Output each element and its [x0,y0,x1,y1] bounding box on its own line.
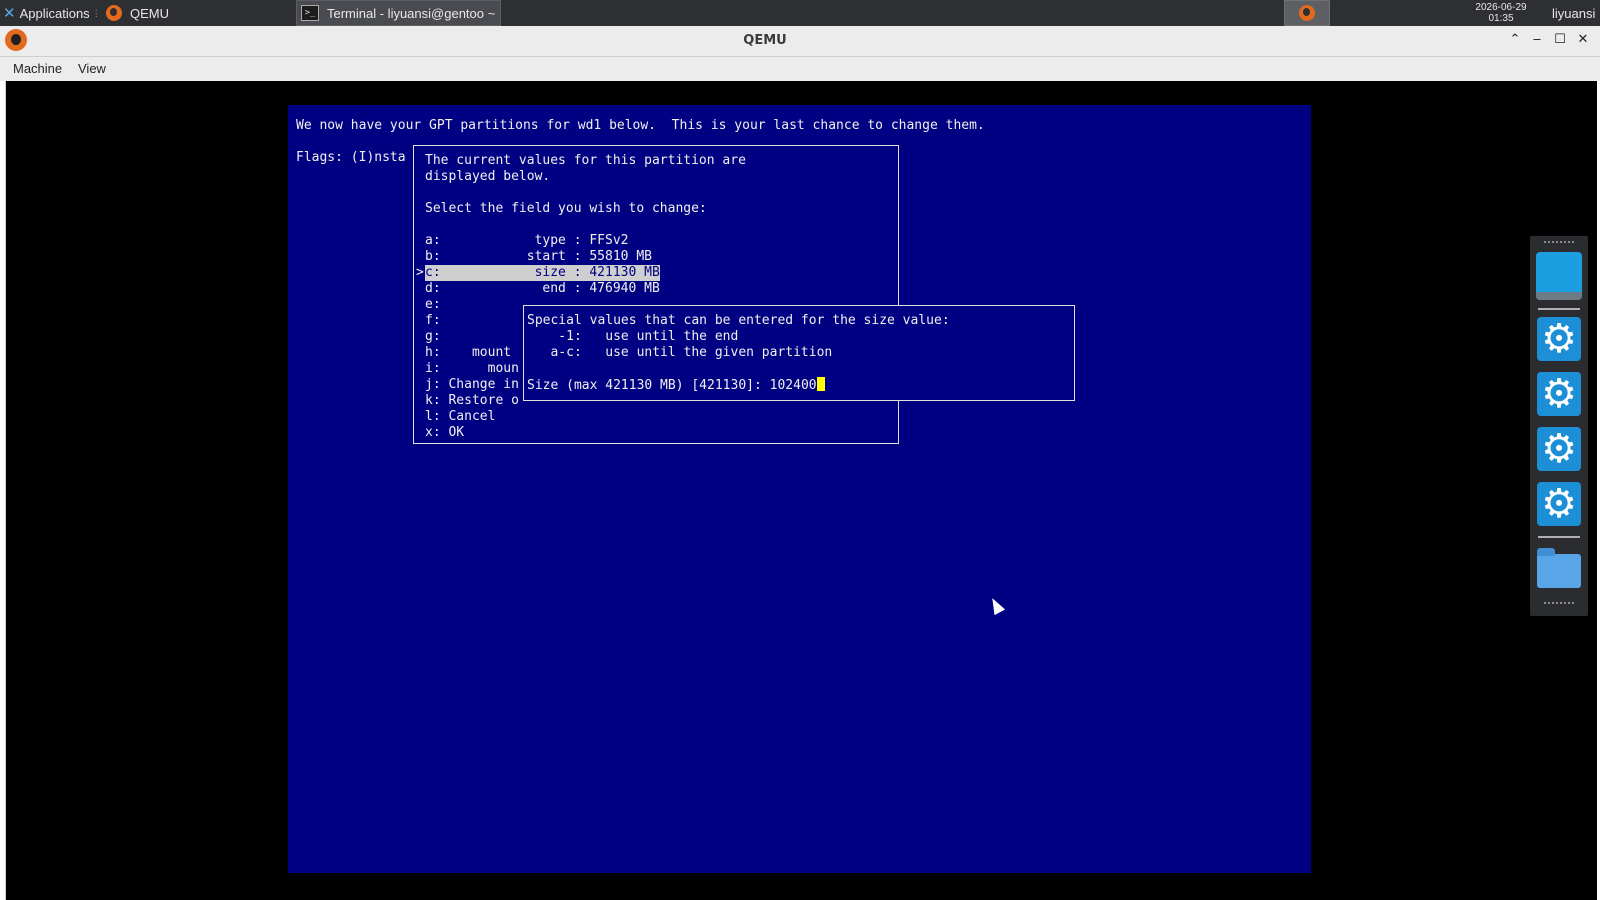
size-help-line: a-c: use until the given partition [527,345,833,360]
dock-panel: ⚙ ⚙ ⚙ ⚙ [1530,236,1588,616]
dock-separator [1538,308,1580,310]
qemu-icon [106,5,122,21]
option-restore[interactable]: k: Restore o [425,393,519,409]
option-cancel[interactable]: l: Cancel [425,409,495,425]
field-e[interactable]: e: [425,297,441,313]
menu-machine[interactable]: Machine [13,61,62,76]
window-titlebar[interactable]: QEMU ⌃ ‒ ☐ ✕ [0,26,1600,57]
settings-icon: ⚙ [1537,317,1581,361]
field-start[interactable]: b: start : 55810 MB [425,249,652,265]
size-input-prompt: Size (max 421130 MB) [421130]: [527,378,770,393]
flags-line: Flags: (I)nsta [296,150,406,165]
qemu-icon [1299,5,1315,21]
selection-marker-icon: > [416,265,424,280]
menubar: Machine View [0,57,1600,81]
option-ok[interactable]: x: OK [425,425,464,441]
option-change[interactable]: j: Change in [425,377,519,393]
dock-grip-icon[interactable] [1544,241,1574,246]
field-end[interactable]: d: end : 476940 MB [425,281,660,297]
settings-icon: ⚙ [1537,482,1581,526]
field-size[interactable]: c: size : 421130 MB [425,265,660,281]
menu-view[interactable]: View [78,61,106,76]
size-help-line: -1: use until the end [527,329,739,344]
user-menu[interactable]: liyuansi [1552,0,1600,26]
window-title: QEMU [743,33,787,48]
top-panel: ✕ Applications ⋮ QEMU >_ Terminal - liyu… [0,0,1600,26]
taskbar-item-qemu[interactable]: QEMU [102,0,294,26]
field-mount-opts[interactable]: i: moun [425,361,519,377]
dock-separator [1538,536,1580,538]
installer-console[interactable]: We now have your GPT partitions for wd1 … [288,105,1311,873]
panel-separator-icon: ⋮ [91,7,101,18]
field-g[interactable]: g: [425,329,441,345]
dialog-prompt: Select the field you wish to change: [425,201,707,216]
size-help-line: Special values that can be entered for t… [527,313,950,328]
field-type[interactable]: a: type : FFSv2 [425,233,629,249]
folder-button[interactable] [1536,544,1582,590]
applications-label: Applications [19,5,90,21]
folder-icon [1537,548,1581,588]
settings-button[interactable]: ⚙ [1536,316,1582,362]
size-input-row[interactable]: Size (max 421130 MB) [421130]: 102400 [527,377,825,394]
taskbar-label: QEMU [130,5,169,21]
dialog-intro: displayed below. [425,169,551,184]
tray-qemu-button[interactable] [1284,0,1330,26]
settings-button[interactable]: ⚙ [1536,481,1582,527]
settings-icon: ⚙ [1537,372,1581,416]
terminal-icon: >_ [301,5,319,21]
dock-grip-icon[interactable] [1544,602,1574,607]
clock-time: 01:35 [1488,13,1514,24]
dialog-intro: The current values for this partition ar… [425,153,746,168]
desktop-icon[interactable] [1536,252,1582,300]
roll-up-icon[interactable]: ⌃ [1506,31,1524,49]
taskbar-label: Terminal - liyuansi@gentoo ~ [327,5,496,21]
applications-menu[interactable]: ✕ Applications ⋮ [0,0,101,26]
clock[interactable]: 2026-06-29 01:35 [1466,0,1536,26]
xfce-logo-icon: ✕ [3,4,16,22]
size-input-value[interactable]: 102400 [770,378,817,393]
settings-icon: ⚙ [1537,427,1581,471]
size-input-dialog: Special values that can be entered for t… [523,305,1075,401]
settings-button[interactable]: ⚙ [1536,371,1582,417]
taskbar-item-terminal[interactable]: >_ Terminal - liyuansi@gentoo ~ [296,0,501,26]
console-header: We now have your GPT partitions for wd1 … [296,118,985,133]
minimize-icon[interactable]: ‒ [1528,31,1546,49]
clock-date: 2026-06-29 [1475,2,1527,13]
field-f[interactable]: f: [425,313,441,329]
settings-button[interactable]: ⚙ [1536,426,1582,472]
text-cursor-icon [816,377,825,391]
close-icon[interactable]: ✕ [1574,31,1592,49]
maximize-icon[interactable]: ☐ [1551,31,1569,49]
field-mount[interactable]: h: mount [425,345,511,361]
